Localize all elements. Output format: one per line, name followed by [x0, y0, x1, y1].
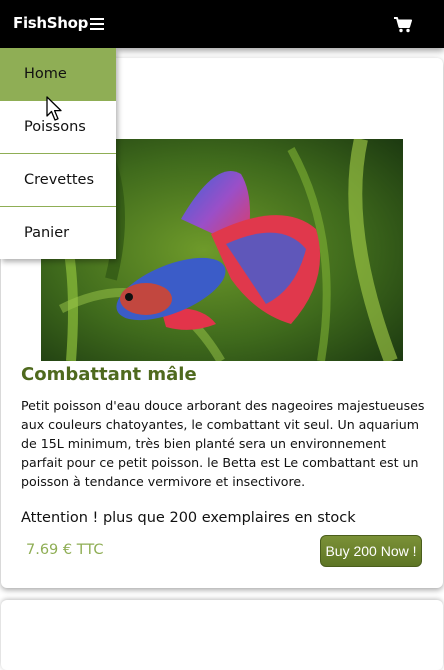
hamburger-icon[interactable] [90, 18, 104, 30]
mouse-cursor-icon [46, 96, 66, 124]
stock-notice: Attention ! plus que 200 exemplaires en … [21, 510, 356, 526]
buy-button[interactable]: Buy 200 Now ! [320, 535, 422, 567]
next-product-card [1, 600, 443, 670]
menu-item-home[interactable]: Home [0, 48, 116, 101]
product-title: Combattant mâle [21, 364, 197, 385]
product-price: 7.69 € TTC [26, 542, 104, 558]
top-navbar: FishShop [0, 0, 444, 48]
product-description: Petit poisson d'eau douce arborant des n… [21, 398, 425, 489]
menu-item-panier[interactable]: Panier [0, 207, 116, 259]
menu-item-crevettes[interactable]: Crevettes [0, 154, 116, 207]
cart-icon[interactable] [394, 17, 412, 33]
brand-logo[interactable]: FishShop [13, 14, 88, 32]
nav-dropdown-menu: Home Poissons Crevettes Panier [0, 48, 116, 259]
